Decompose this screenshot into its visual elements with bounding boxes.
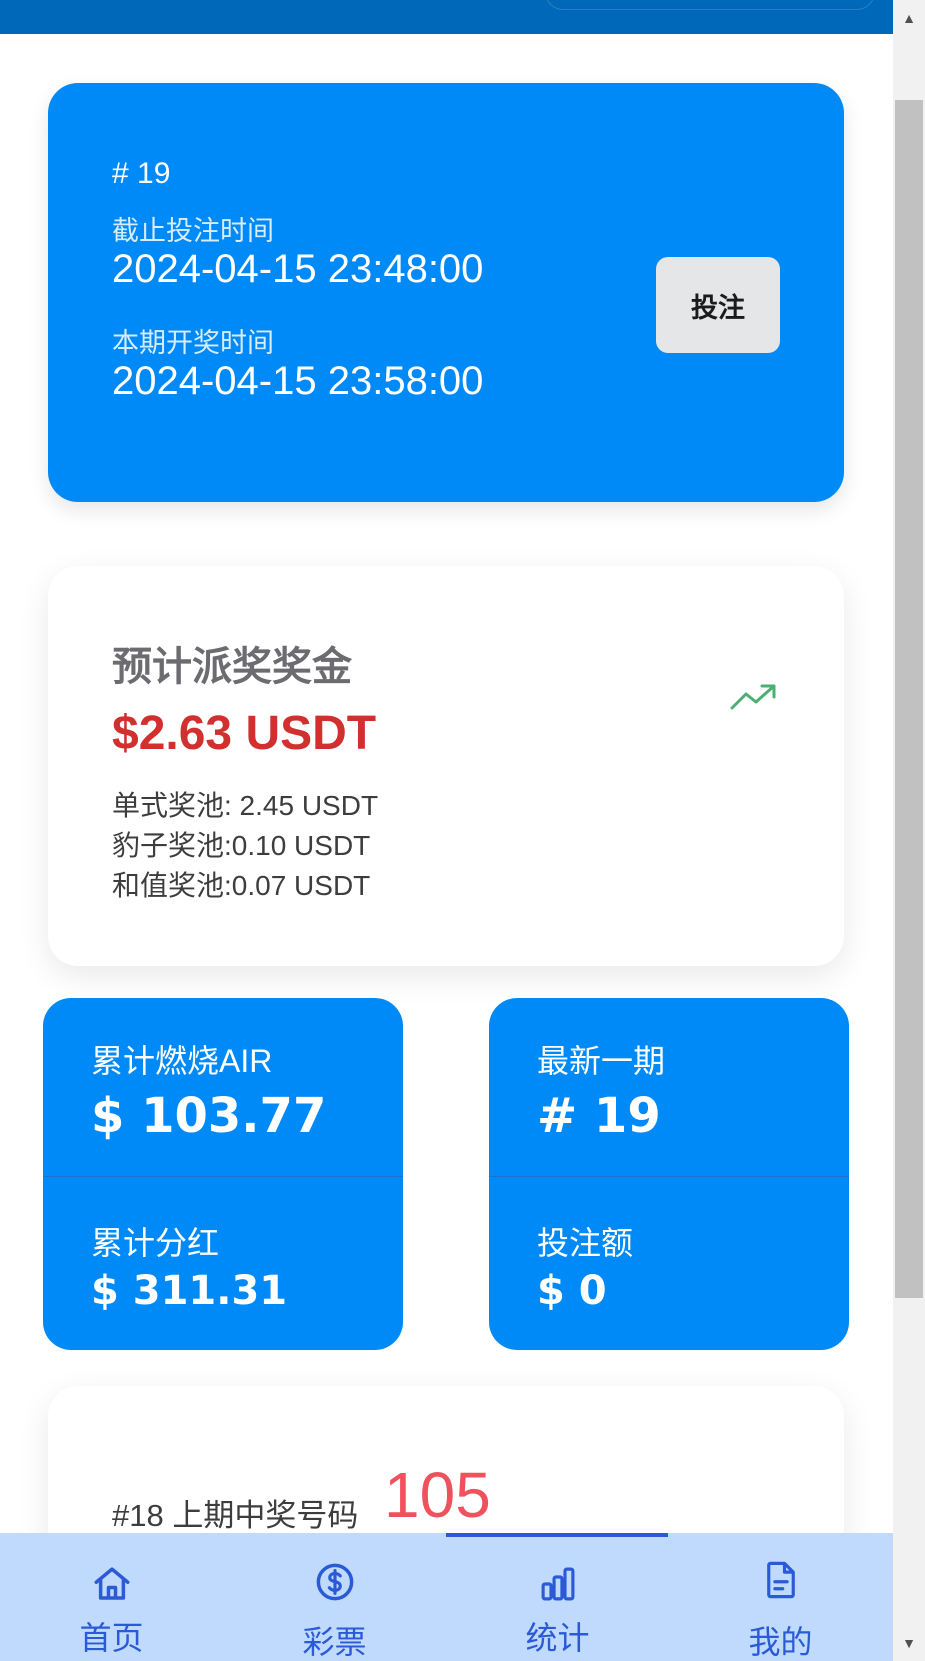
dollar-coin-icon: [316, 1563, 353, 1601]
nav-item-stats[interactable]: 统计: [446, 1533, 669, 1661]
draw-time-label: 本期开奖时间: [112, 328, 274, 358]
page-scrollbar[interactable]: ▲ ▼: [893, 0, 925, 1661]
deadline-label: 截止投注时间: [112, 216, 274, 246]
nav-label-stats: 统计: [525, 1620, 590, 1656]
pool-triple: 豹子奖池:0.10 USDT: [112, 830, 371, 861]
burn-label: 累计燃烧AIR: [91, 1043, 273, 1079]
latest-issue-label: 最新一期: [537, 1043, 666, 1079]
dividend-label: 累计分红: [91, 1225, 220, 1261]
draw-time-value: 2024-04-15 23:58:00: [112, 359, 484, 403]
nav-item-home[interactable]: 首页: [0, 1533, 223, 1661]
bet-amount-value: $ 0: [537, 1268, 607, 1314]
bet-button[interactable]: 投注: [656, 257, 780, 353]
prize-title: 预计派奖奖金: [112, 645, 352, 689]
trending-up-icon: [730, 684, 776, 710]
issue-number: # 19: [112, 157, 171, 190]
scroll-up-icon[interactable]: ▲: [893, 2, 925, 34]
scrollbar-thumb[interactable]: [895, 100, 923, 1298]
pool-sum: 和值奖池:0.07 USDT: [112, 870, 371, 901]
stat-card-burn-dividend: 累计燃烧AIR $ 103.77 累计分红 $ 311.31: [43, 998, 403, 1350]
bet-amount-label: 投注额: [537, 1225, 634, 1261]
nav-label-home: 首页: [79, 1620, 144, 1656]
stat-card-latest-bet: 最新一期 # 19 投注额 $ 0: [489, 998, 849, 1350]
last-draw-number: 105: [384, 1459, 491, 1531]
bar-chart-icon: [541, 1567, 574, 1601]
current-issue-card: # 19 截止投注时间 2024-04-15 23:48:00 本期开奖时间 2…: [48, 83, 844, 502]
scroll-down-icon[interactable]: ▼: [893, 1627, 925, 1659]
bottom-navigation: 首页 彩票 统计 我的: [0, 1533, 893, 1661]
stat-divider: [43, 1176, 403, 1177]
last-draw-label: #18 上期中奖号码: [112, 1498, 359, 1533]
nav-item-mine[interactable]: 我的: [669, 1533, 892, 1661]
app-viewport: # 19 截止投注时间 2024-04-15 23:48:00 本期开奖时间 2…: [0, 0, 893, 1661]
dividend-value: $ 311.31: [91, 1268, 288, 1314]
deadline-value: 2024-04-15 23:48:00: [112, 247, 484, 291]
prize-amount: $2.63 USDT: [112, 707, 377, 760]
estimated-prize-card: 预计派奖奖金 $2.63 USDT 单式奖池: 2.45 USDT 豹子奖池:0…: [48, 566, 844, 966]
top-search-pill[interactable]: [545, 0, 875, 10]
nav-label-mine: 我的: [748, 1624, 813, 1660]
document-icon: [766, 1561, 795, 1599]
nav-label-lottery: 彩票: [302, 1624, 367, 1660]
top-bar: [0, 0, 893, 34]
burn-value: $ 103.77: [91, 1088, 327, 1144]
nav-item-lottery[interactable]: 彩票: [223, 1533, 446, 1661]
home-icon: [94, 1567, 129, 1600]
pool-single: 单式奖池: 2.45 USDT: [112, 790, 379, 821]
latest-issue-value: # 19: [537, 1088, 661, 1144]
stat-divider: [489, 1176, 849, 1177]
